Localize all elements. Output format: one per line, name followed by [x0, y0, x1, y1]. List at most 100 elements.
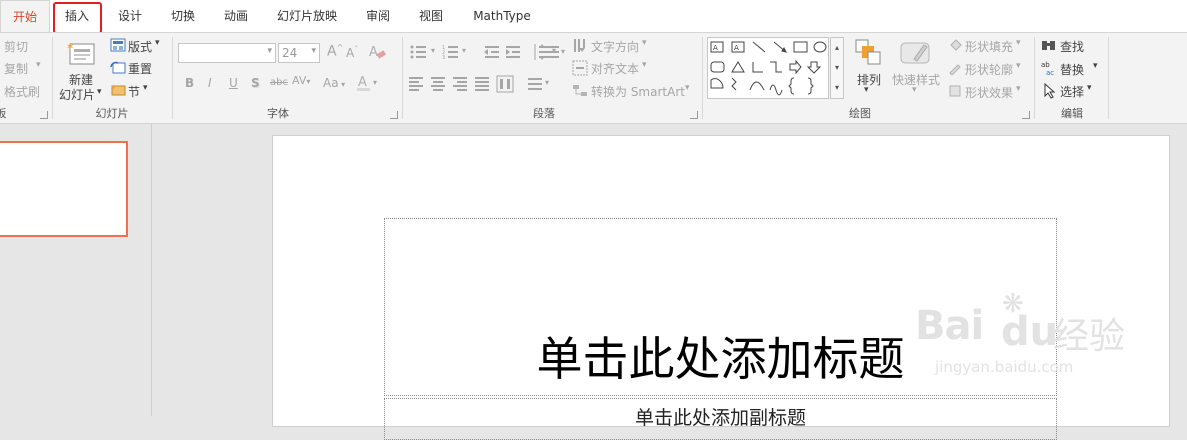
svg-text:▾: ▾: [545, 78, 549, 87]
shape-outline-icon: [948, 61, 962, 76]
tab-mathtype[interactable]: MathType: [464, 0, 540, 32]
shrink-font-button[interactable]: Aˇ: [346, 45, 358, 60]
quick-styles-dropdown-icon[interactable]: ▾: [912, 85, 917, 95]
find-button[interactable]: 查找: [1060, 38, 1084, 55]
align-text-button[interactable]: 对齐文本: [591, 60, 639, 77]
subtitle-placeholder[interactable]: 单击此处添加副标题: [384, 398, 1057, 440]
group-divider: [702, 37, 703, 119]
format-painter-button[interactable]: 格式刷: [4, 83, 40, 100]
ribbon-tab-bar: 开始 插入 设计 切换 动画 幻灯片放映 审阅 视图 MathType: [0, 0, 1187, 32]
slide-thumbnail-1[interactable]: [0, 141, 128, 237]
copy-button[interactable]: 复制: [4, 60, 28, 77]
font-name-dropdown-icon[interactable]: ▾: [267, 46, 272, 56]
tab-slideshow[interactable]: 幻灯片放映: [266, 0, 348, 32]
tab-transitions[interactable]: 切换: [161, 0, 205, 32]
paragraph-launcher-icon[interactable]: [690, 111, 698, 119]
convert-smartart-button[interactable]: 转换为 SmartArt: [591, 83, 685, 100]
shape-fill-icon: [948, 38, 962, 52]
clipboard-launcher-icon[interactable]: [40, 111, 48, 119]
layout-button[interactable]: 版式: [128, 38, 152, 55]
change-case-button[interactable]: Aa ▾: [323, 76, 345, 90]
svg-text:3: 3: [442, 55, 445, 61]
svg-text:▾: ▾: [431, 46, 435, 55]
svg-text:ac: ac: [1046, 69, 1054, 76]
svg-text:▾: ▾: [373, 78, 377, 87]
svg-text:A: A: [713, 44, 718, 52]
svg-text:✶: ✶: [66, 42, 74, 53]
drawing-launcher-icon[interactable]: [1022, 111, 1030, 119]
underline-button[interactable]: U: [229, 76, 238, 90]
select-dropdown-icon[interactable]: ▾: [1087, 83, 1092, 93]
tab-design[interactable]: 设计: [108, 0, 152, 32]
shapes-gallery[interactable]: A A: [707, 37, 829, 99]
text-direction-button[interactable]: 文字方向: [591, 38, 639, 55]
slide-thumbnail-panel[interactable]: [0, 124, 152, 416]
grow-font-button[interactable]: A^: [327, 43, 343, 60]
new-slide-dropdown-icon[interactable]: ▾: [97, 87, 102, 97]
replace-dropdown-icon[interactable]: ▾: [1093, 61, 1098, 71]
find-icon: [1041, 38, 1057, 52]
font-color-icon[interactable]: A ▾: [356, 73, 382, 93]
font-launcher-icon[interactable]: [390, 111, 398, 119]
editing-group-label: 编辑: [1061, 107, 1083, 120]
shrink-font-glyph: A: [346, 46, 355, 60]
italic-button[interactable]: I: [208, 76, 212, 90]
shape-fill-button[interactable]: 形状填充: [965, 38, 1013, 55]
text-direction-icon: [572, 38, 588, 54]
shadow-button[interactable]: S: [251, 76, 260, 90]
slide-canvas[interactable]: 单击此处添加标题 单击此处添加副标题: [272, 135, 1170, 440]
replace-button[interactable]: 替换: [1060, 61, 1084, 78]
watermark-product: 经验: [1053, 316, 1126, 357]
new-slide-label-2[interactable]: 幻灯片: [59, 86, 95, 103]
tab-home[interactable]: 开始: [0, 0, 50, 32]
watermark-brand: Bai: [915, 303, 984, 349]
shape-fill-dropdown-icon[interactable]: ▾: [1016, 38, 1021, 48]
watermark-url: jingyan.baidu.com: [935, 358, 1074, 376]
shape-effects-dropdown-icon[interactable]: ▾: [1016, 84, 1021, 94]
bold-button[interactable]: B: [185, 76, 194, 90]
group-divider: [1108, 37, 1109, 119]
smartart-dropdown-icon[interactable]: ▾: [685, 83, 690, 93]
clipboard-group-label: 板: [0, 107, 7, 120]
group-divider: [1034, 37, 1035, 119]
font-name-combo[interactable]: ▾: [178, 43, 276, 63]
reset-button[interactable]: 重置: [128, 60, 152, 77]
layout-dropdown-icon[interactable]: ▾: [155, 38, 160, 48]
replace-icon: ab ac: [1041, 60, 1059, 77]
shape-effects-button[interactable]: 形状效果: [965, 84, 1013, 101]
font-size-dropdown-icon[interactable]: ▾: [311, 46, 316, 56]
clear-formatting-icon[interactable]: A: [368, 44, 386, 60]
copy-dropdown-icon[interactable]: ▾: [36, 60, 41, 70]
ribbon: 剪切 复制 ▾ 格式刷 板 ✶ 新建 幻灯片 ▾ 版式 ▾ 重置 ✶ 节 ▾ 幻…: [0, 32, 1187, 124]
shape-outline-button[interactable]: 形状轮廓: [965, 61, 1013, 78]
cut-button[interactable]: 剪切: [4, 38, 28, 55]
align-text-dropdown-icon[interactable]: ▾: [642, 60, 647, 70]
section-dropdown-icon[interactable]: ▾: [143, 83, 148, 93]
tab-review[interactable]: 审阅: [355, 0, 401, 32]
tab-view[interactable]: 视图: [408, 0, 454, 32]
section-button[interactable]: 节: [128, 83, 140, 100]
char-spacing-button[interactable]: AV▾: [292, 74, 310, 87]
watermark-brand-2: du: [1001, 309, 1059, 355]
svg-text:A: A: [369, 45, 378, 60]
tab-animations[interactable]: 动画: [214, 0, 258, 32]
arrange-dropdown-icon[interactable]: ▾: [864, 85, 869, 95]
shape-outline-dropdown-icon[interactable]: ▾: [1016, 61, 1021, 71]
arrange-button[interactable]: 排列: [857, 71, 881, 88]
drawing-group-label: 绘图: [849, 107, 871, 120]
font-size-combo[interactable]: 24 ▾: [278, 43, 320, 63]
section-icon: ✶: [110, 83, 126, 97]
svg-text:▾: ▾: [462, 46, 466, 55]
shapes-scroll[interactable]: ▴ ▾ ▾: [830, 37, 844, 99]
svg-text:A: A: [734, 44, 739, 52]
line-spacing-icon[interactable]: ▾: [539, 43, 569, 61]
new-slide-icon[interactable]: ✶: [66, 41, 96, 67]
slides-group-label: 幻灯片: [95, 107, 129, 120]
font-group-label: 字体: [267, 107, 289, 120]
svg-text:ab: ab: [1041, 61, 1050, 69]
svg-text:A: A: [358, 75, 367, 90]
strikethrough-button[interactable]: abc: [270, 77, 288, 88]
select-button[interactable]: 选择: [1060, 83, 1084, 100]
align-text-icon: [572, 60, 588, 76]
text-direction-dropdown-icon[interactable]: ▾: [642, 38, 647, 48]
